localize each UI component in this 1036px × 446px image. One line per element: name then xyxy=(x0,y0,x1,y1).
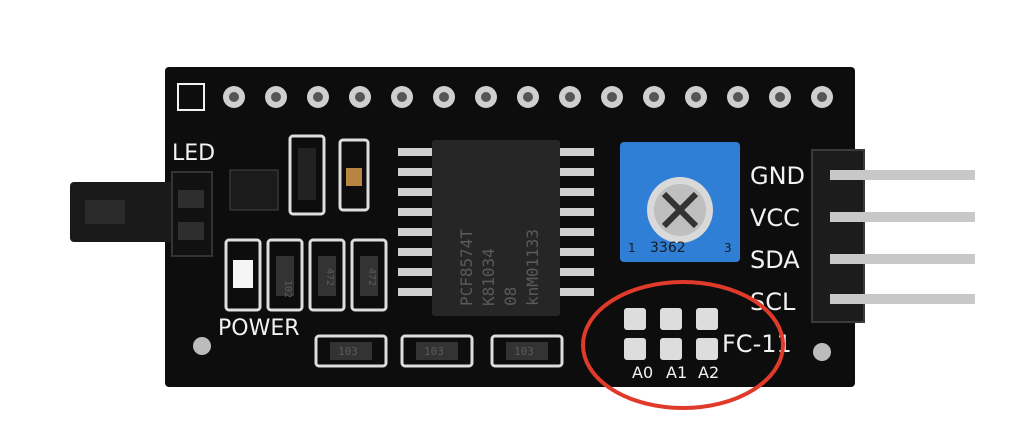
gnd-label: GND xyxy=(750,162,805,190)
power-label: POWER xyxy=(218,316,300,341)
resistor-label: 102 xyxy=(282,280,293,298)
smd-label: 103 xyxy=(424,345,444,358)
a1-label: A1 xyxy=(666,363,687,382)
header-pin-hole xyxy=(271,92,281,102)
chip-pin xyxy=(558,148,594,156)
header-pin-hole xyxy=(817,92,827,102)
a0-label: A0 xyxy=(632,363,653,382)
chip-pin xyxy=(558,248,594,256)
sda-label: SDA xyxy=(750,246,800,274)
chip-pin xyxy=(558,288,594,296)
header-pin-hole xyxy=(355,92,365,102)
a2-label: A2 xyxy=(698,363,719,382)
chip-pin xyxy=(558,268,594,276)
header-pin-hole xyxy=(691,92,701,102)
chip-pin xyxy=(398,268,434,276)
chip-pin xyxy=(398,208,434,216)
resistor-label: 472 xyxy=(324,268,335,286)
header-pin-hole xyxy=(439,92,449,102)
chip-pin xyxy=(398,228,434,236)
chip-line-1: PCF8574T xyxy=(457,229,476,306)
pot-pin-3: 3 xyxy=(724,241,732,255)
header-pin-hole xyxy=(733,92,743,102)
header-pin-hole xyxy=(397,92,407,102)
vcc-label: VCC xyxy=(750,204,800,232)
smd-label: 103 xyxy=(338,345,358,358)
chip-pin xyxy=(558,188,594,196)
chip-pin xyxy=(398,148,434,156)
header-pin-hole xyxy=(649,92,659,102)
chip-pin xyxy=(558,168,594,176)
pot-code: 3362 xyxy=(650,240,686,256)
header-pin-hole xyxy=(229,92,239,102)
header-pin-hole xyxy=(523,92,533,102)
chip-pin xyxy=(398,288,434,296)
chip-pin xyxy=(398,188,434,196)
header-pin-hole xyxy=(607,92,617,102)
header-pin-hole xyxy=(565,92,575,102)
top-pin-header xyxy=(223,86,833,108)
chip-line-2: K81034 xyxy=(479,248,498,306)
chip-pin xyxy=(558,228,594,236)
header-pin-hole xyxy=(481,92,491,102)
i2c-lcd-adapter-image: 102 472 472 103 103 103 PCF8574T K81034 … xyxy=(70,67,975,410)
smd-label: 103 xyxy=(514,345,534,358)
chip-pin xyxy=(558,208,594,216)
header-pin-hole xyxy=(775,92,785,102)
pot-pin-1: 1 xyxy=(628,241,636,255)
led-jumper xyxy=(70,171,213,257)
pin-header-icon xyxy=(811,149,975,323)
mount-hole-left xyxy=(193,337,211,355)
chip-line-3: 08 xyxy=(501,287,520,306)
chip-pin xyxy=(398,168,434,176)
led-label: LED xyxy=(172,141,215,166)
mount-hole-right xyxy=(813,343,831,361)
chip-line-4: knM01133 xyxy=(523,229,542,306)
header-pin-hole xyxy=(313,92,323,102)
chip-pin xyxy=(398,248,434,256)
resistor-label: 472 xyxy=(366,268,377,286)
